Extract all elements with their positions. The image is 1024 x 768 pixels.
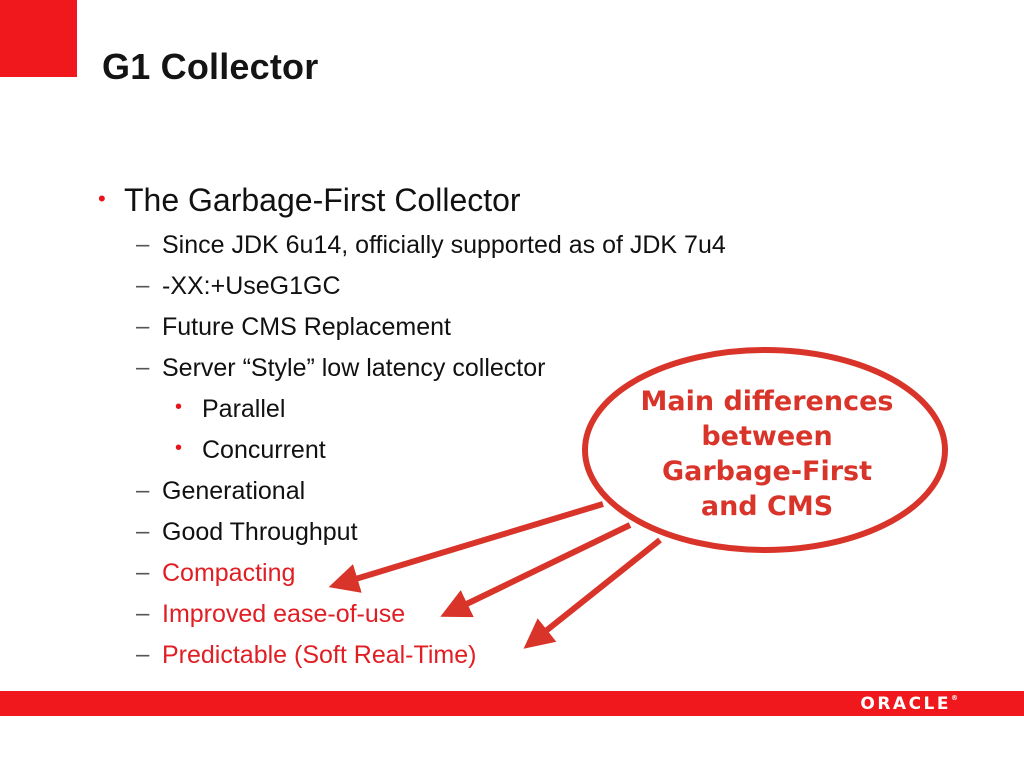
list-item-text: Improved ease-of-use [162,600,406,628]
list-item-highlighted: – Improved ease-of-use [136,600,406,629]
callout-line: between [701,421,833,452]
oracle-logo-text: ORACLE [860,694,951,714]
bullet-main-text: The Garbage-First Collector [124,182,521,218]
list-item-highlighted: – Compacting [136,559,296,588]
footer-bar: ORACLE® [0,691,1024,716]
dash-glyph: – [136,518,150,545]
list-item-text: Compacting [162,559,296,587]
list-item-highlighted: – Predictable (Soft Real-Time) [136,641,477,670]
list-item-text: Since JDK 6u14, officially supported as … [162,231,726,259]
bullet-glyph: • [98,186,106,211]
dash-glyph: – [136,477,150,504]
callout-line: Main differences [640,386,894,417]
dash-glyph: – [136,641,150,668]
dash-glyph: – [136,231,150,258]
list-item-text: Generational [162,477,306,505]
callout-line: Garbage-First [661,456,873,487]
sub-list-item-text: Concurrent [202,436,326,464]
list-item: – -XX:+UseG1GC [136,272,341,301]
list-item: – Future CMS Replacement [136,313,452,342]
bullet-glyph: • [175,396,183,418]
callout-text: Main differences between Garbage-First a… [622,384,912,524]
oracle-logo: ORACLE® [860,694,958,714]
dash-glyph: – [136,354,150,381]
list-item: – Since JDK 6u14, officially supported a… [136,231,726,260]
sub-list-item-text: Parallel [202,395,286,423]
dash-glyph: – [136,313,150,340]
dash-glyph: – [136,272,150,299]
dash-glyph: – [136,600,150,627]
dash-glyph: – [136,559,150,586]
list-item-text: Server “Style” low latency collector [162,354,546,382]
list-item: – Good Throughput [136,518,358,547]
callout-line: and CMS [700,491,834,522]
registered-mark: ® [951,694,958,702]
bullet-main: • The Garbage-First Collector [98,182,521,219]
bullet-glyph: • [175,437,183,459]
list-item-text: Good Throughput [162,518,358,546]
list-item-text: -XX:+UseG1GC [162,272,341,300]
sub-list-item: • Concurrent [175,436,326,465]
sub-list-item: • Parallel [175,395,286,424]
list-item-text: Predictable (Soft Real-Time) [162,641,477,669]
list-item: – Generational [136,477,306,506]
list-item-text: Future CMS Replacement [162,313,452,341]
list-item: – Server “Style” low latency collector [136,354,546,383]
